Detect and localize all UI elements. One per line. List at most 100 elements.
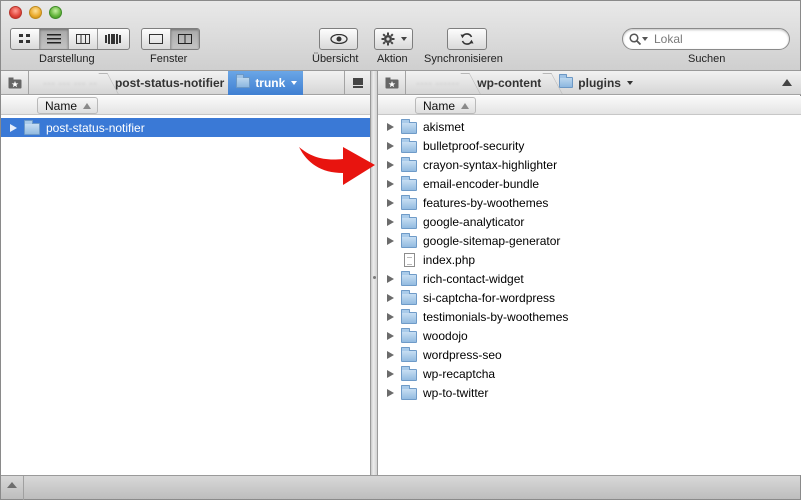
file-row[interactable]: google-sitemap-generator [378,231,801,250]
file-row[interactable]: akismet [378,117,801,136]
columns-icon [76,34,90,44]
path-crumb-plugins[interactable]: plugins [555,74,637,90]
file-row[interactable]: wp-recaptcha [378,364,801,383]
file-name: email-encoder-bundle [423,176,540,191]
column-view-button[interactable] [69,29,98,49]
disclosure-triangle-icon[interactable] [10,123,17,132]
file-name: crayon-syntax-highlighter [423,157,558,172]
chevron-down-icon [400,37,407,41]
file-name: post-status-notifier [46,120,145,135]
synchronisieren-label: Synchronisieren [424,53,503,65]
chevron-down-icon [291,80,298,85]
list-view-button[interactable] [40,29,69,49]
folder-icon [401,118,417,134]
disclosure-triangle-icon[interactable] [387,198,394,207]
disclosure-triangle-icon[interactable] [387,312,394,321]
path-crumb-wp-content[interactable]: wp-content [473,76,545,90]
favorites-button-right[interactable] [378,70,406,95]
name-column-header-right[interactable]: Name [415,97,477,114]
minimize-window-button[interactable] [29,6,42,19]
file-row[interactable]: index.php [378,250,801,269]
uebersicht-label: Übersicht [312,53,359,65]
synchronize-button[interactable] [447,28,487,50]
disclosure-triangle-icon[interactable] [387,350,394,359]
file-name: wp-recaptcha [423,366,496,381]
folder-icon [401,327,417,343]
search-field[interactable]: Lokal [622,28,790,50]
folder-icon [401,384,417,400]
file-name: woodojo [423,328,468,343]
name-column-header[interactable]: Name [37,97,99,114]
file-name: index.php [423,252,476,267]
path-crumb-plugins-label: plugins [578,75,621,90]
disclosure-triangle-icon[interactable] [387,331,394,340]
zoom-window-button[interactable] [49,6,62,19]
left-column-header: Name [1,96,370,115]
coverflow-view-button[interactable] [98,29,127,49]
splitter-grip-icon [373,276,376,279]
file-row[interactable]: woodojo [378,326,801,345]
file-row[interactable]: features-by-woothemes [378,193,801,212]
file-row[interactable]: rich-contact-widget [378,269,801,288]
disclosure-triangle-icon[interactable] [387,179,394,188]
folder-icon [559,74,574,88]
file-row[interactable]: wp-to-twitter [378,383,801,402]
file-name: testimonials-by-woothemes [423,309,569,324]
folder-icon [401,365,417,381]
file-row[interactable]: wordpress-seo [378,345,801,364]
path-crumb-hidden-right[interactable]: ···· ······ [406,76,463,90]
file-row[interactable]: email-encoder-bundle [378,174,801,193]
action-menu-button[interactable] [374,28,413,50]
pane-splitter[interactable] [370,71,378,475]
folder-icon [401,175,417,191]
file-row[interactable]: bulletproof-security [378,136,801,155]
quick-look-button[interactable] [319,28,358,50]
single-pane-button[interactable] [142,29,171,49]
gear-icon [381,32,394,46]
icon-view-button[interactable] [11,29,40,49]
favorites-button[interactable] [1,70,29,95]
path-crumb-current-label: trunk [255,75,286,90]
disclosure-triangle-icon[interactable] [387,122,394,131]
file-row[interactable]: testimonials-by-woothemes [378,307,801,326]
toolbar: Darstellung Fenster Übersicht Aktion Syn… [1,1,800,71]
dual-pane-icon [177,34,192,44]
path-separator [463,71,473,95]
file-name: rich-contact-widget [423,271,524,286]
path-crumb-parent[interactable]: post-status-notifier [111,76,228,90]
disclosure-triangle-icon[interactable] [387,293,394,302]
status-divider [23,476,24,500]
folder-icon [401,194,417,210]
status-bar [1,475,800,500]
disclosure-triangle-icon[interactable] [387,369,394,378]
chevron-down-icon [626,80,633,85]
search-options-chevron-icon [642,37,648,41]
file-row[interactable]: google-analyticator [378,212,801,231]
expand-up-icon[interactable] [7,482,17,488]
file-row[interactable]: si-captcha-for-wordpress [378,288,801,307]
disclosure-triangle-icon[interactable] [387,141,394,150]
file-row[interactable]: post-status-notifier [1,118,370,137]
disclosure-triangle-icon[interactable] [387,388,394,397]
path-crumb-current[interactable]: trunk [228,70,304,95]
search-icon [629,33,641,45]
scroll-up-icon[interactable] [782,79,792,86]
disclosure-triangle-icon[interactable] [387,160,394,169]
close-window-button[interactable] [9,6,22,19]
disclosure-triangle-icon[interactable] [387,274,394,283]
single-pane-icon [148,34,163,44]
file-name: wp-to-twitter [423,385,489,400]
disclosure-triangle-icon[interactable] [387,236,394,245]
eye-icon [329,34,348,44]
grid-icon [19,34,30,43]
disclosure-triangle-icon[interactable] [387,217,394,226]
right-column-header: Name [378,96,801,115]
dual-pane-button[interactable] [170,29,199,49]
drive-button[interactable] [344,70,370,95]
folder-icon [401,232,417,248]
path-crumb-hidden[interactable]: ··· ··· ··· ·· [29,76,101,90]
folder-icon [401,270,417,286]
file-name: bulletproof-security [423,138,525,153]
aktion-label: Aktion [377,53,408,65]
file-row[interactable]: crayon-syntax-highlighter [378,155,801,174]
